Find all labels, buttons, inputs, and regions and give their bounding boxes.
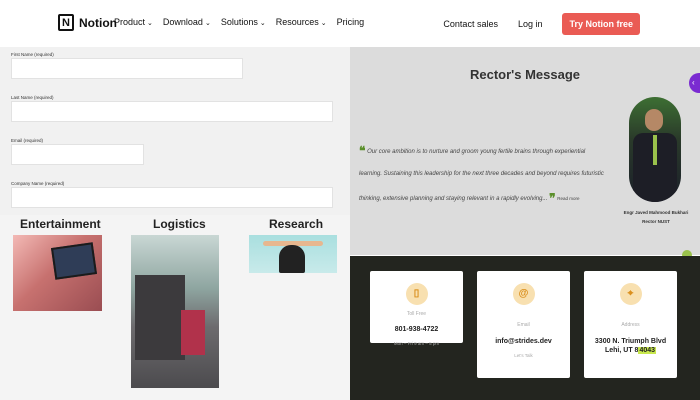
truck-cab-shape (181, 310, 205, 355)
rector-role: Rector NUST (642, 218, 670, 224)
last-name-label: Last Name (required) (11, 95, 54, 100)
portrait-tie (653, 135, 657, 165)
contact-value: 801-938-4722 (394, 326, 439, 333)
address-line-2: Lehi, UT 84043 (604, 347, 657, 355)
contact-card-email[interactable]: @ Email info@strides.dev Let's Talk (477, 271, 570, 378)
phone-icon: ▯ (405, 283, 428, 305)
contact-section: ▯ Toll Free 801-938-4722 Mon – Fri 9 am … (350, 256, 700, 400)
contact-sub: Let's Talk (514, 353, 533, 358)
email-field[interactable] (11, 144, 144, 165)
chevron-down-icon: ⌄ (259, 20, 266, 27)
notion-logo-icon: N (58, 14, 74, 31)
chevron-down-icon: ⌄ (204, 20, 211, 27)
login-link[interactable]: Log in (518, 19, 543, 29)
rector-quote-text: Our core ambition is to nurture and groo… (359, 149, 604, 202)
chevron-down-icon: ⌄ (320, 20, 327, 27)
rector-quote: ❝ Our core ambition is to nurture and gr… (359, 136, 609, 214)
logistics-image[interactable] (131, 235, 219, 388)
main-menu: Product ⌄ Download ⌄ Solutions ⌄ Resources ⌄… (114, 17, 364, 27)
contact-type: Toll Free (406, 311, 427, 317)
address-line-1: 3300 N. Triumph Blvd (594, 338, 667, 345)
rector-message-section: Rector's Message ❝ Our core ambition is … (350, 47, 700, 260)
top-navigation-bar: N Notion Product ⌄ Download ⌄ Solutions ⌄ R… (0, 0, 700, 47)
category-title-logistics: Logistics (153, 217, 206, 231)
last-name-field[interactable] (11, 101, 333, 122)
entertainment-image[interactable] (13, 235, 102, 311)
contact-sub: Mon – Fri 9 am – 5 pm (393, 341, 440, 346)
contact-value: info@strides.dev (495, 338, 552, 345)
portrait-head (645, 109, 663, 131)
person-shape (279, 245, 305, 273)
close-quote-icon: ❞ (549, 190, 556, 205)
read-more-link[interactable]: Read more (557, 196, 579, 201)
tablet-shape (50, 242, 98, 280)
menu-item-pricing[interactable]: Pricing (337, 17, 365, 27)
first-name-field[interactable] (11, 58, 243, 79)
rector-portrait (629, 97, 681, 202)
location-icon: ⌖ (619, 283, 642, 305)
open-quote-icon: ❝ (359, 144, 366, 158)
category-title-research: Research (269, 217, 324, 231)
email-label: Email (required) (11, 138, 44, 143)
rector-section-title: Rector's Message (469, 67, 581, 82)
notion-logo[interactable]: N Notion (58, 14, 117, 31)
company-name-field[interactable] (11, 187, 333, 208)
highlighted-zip: 4043 (638, 347, 657, 355)
contact-type: Email (517, 322, 530, 328)
research-image[interactable] (249, 235, 337, 273)
logo-text: Notion (79, 15, 117, 30)
first-name-label: First Name (required) (11, 52, 54, 57)
contact-sales-link[interactable]: Contact sales (443, 19, 498, 29)
category-title-entertainment: Entertainment (20, 217, 101, 231)
contact-card-phone[interactable]: ▯ Toll Free 801-938-4722 Mon – Fri 9 am … (370, 271, 463, 346)
menu-item-product[interactable]: Product ⌄ (114, 17, 153, 27)
chevron-down-icon: ⌄ (147, 20, 153, 27)
company-name-label: Company Name (required) (11, 181, 65, 186)
contact-value: 3300 N. Triumph Blvd Lehi, UT 84043 (584, 337, 677, 355)
truck-trailer-shape (135, 275, 185, 360)
email-icon: @ (512, 283, 535, 305)
carousel-prev-arrow-icon[interactable]: ‹ (689, 73, 700, 93)
menu-item-resources[interactable]: Resources ⌄ (276, 17, 327, 27)
try-notion-free-button[interactable]: Try Notion free (562, 13, 640, 35)
categories-section: Entertainment Logistics Research (0, 215, 350, 400)
signup-form: First Name (required) Last Name (require… (0, 47, 350, 215)
rector-name: Engr Javed Mahmood Bukhari (623, 210, 689, 215)
rector-name-block: Engr Javed Mahmood Bukhari Rector NUST (618, 209, 694, 226)
menu-item-download[interactable]: Download ⌄ (163, 17, 211, 27)
menu-item-solutions[interactable]: Solutions ⌄ (221, 17, 266, 27)
contact-card-address[interactable]: ⌖ Address 3300 N. Triumph Blvd Lehi, UT … (584, 271, 677, 378)
contact-type: Address (621, 322, 640, 328)
